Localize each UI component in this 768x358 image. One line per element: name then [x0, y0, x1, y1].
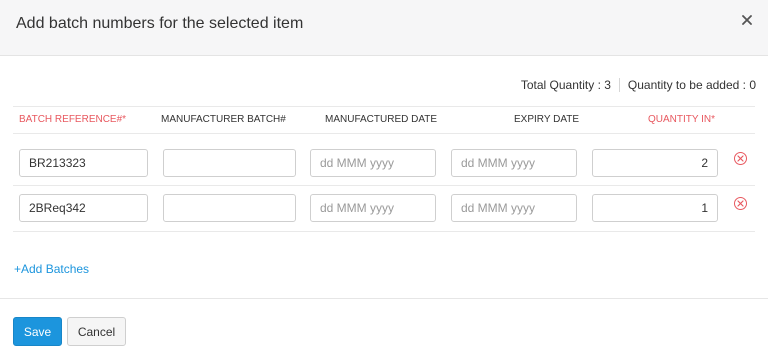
manufacturer-batch-input[interactable] — [163, 194, 296, 222]
total-quantity: Total Quantity : 3 — [520, 78, 611, 92]
batch-reference-input[interactable]: BR213323 — [19, 149, 148, 177]
column-header-quantity-in: QUANTITY IN* — [648, 114, 716, 125]
batch-reference-input[interactable]: 2BReq342 — [19, 194, 148, 222]
summary-divider — [618, 78, 620, 92]
close-icon — [742, 15, 752, 25]
quantity-input[interactable]: 2 — [592, 149, 718, 177]
close-button[interactable] — [740, 13, 754, 27]
add-batches-link[interactable]: +Add Batches — [14, 262, 89, 276]
column-header-manufacturer-batch: MANUFACTURER BATCH# — [161, 114, 286, 125]
quantity-input[interactable]: 1 — [592, 194, 718, 222]
row-divider — [13, 185, 755, 186]
table-top-divider — [13, 106, 755, 107]
manufactured-date-input[interactable]: dd MMM yyyy — [310, 194, 436, 222]
quantity-to-be-added: Quantity to be added : 0 — [627, 78, 756, 92]
dialog-title: Add batch numbers for the selected item — [16, 15, 304, 32]
table-header-divider — [13, 133, 755, 134]
close-circle-icon — [737, 200, 744, 207]
expiry-date-input[interactable]: dd MMM yyyy — [451, 194, 577, 222]
dialog-header: Add batch numbers for the selected item — [0, 0, 768, 56]
save-button[interactable]: Save — [13, 317, 62, 346]
manufacturer-batch-input[interactable] — [163, 149, 296, 177]
cancel-button[interactable]: Cancel — [67, 317, 126, 346]
remove-row-button[interactable] — [734, 152, 747, 165]
expiry-date-input[interactable]: dd MMM yyyy — [451, 149, 577, 177]
quantity-summary: Total Quantity : 3 Quantity to be added … — [521, 78, 756, 92]
close-circle-icon — [737, 155, 744, 162]
footer-divider — [0, 298, 768, 299]
column-header-batch-reference: BATCH REFERENCE#* — [19, 114, 127, 125]
manufactured-date-input[interactable]: dd MMM yyyy — [310, 149, 436, 177]
remove-row-button[interactable] — [734, 197, 747, 210]
row-divider — [13, 231, 755, 232]
column-header-expiry-date: EXPIRY DATE — [514, 114, 580, 125]
column-header-manufactured-date: MANUFACTURED DATE — [325, 114, 438, 125]
